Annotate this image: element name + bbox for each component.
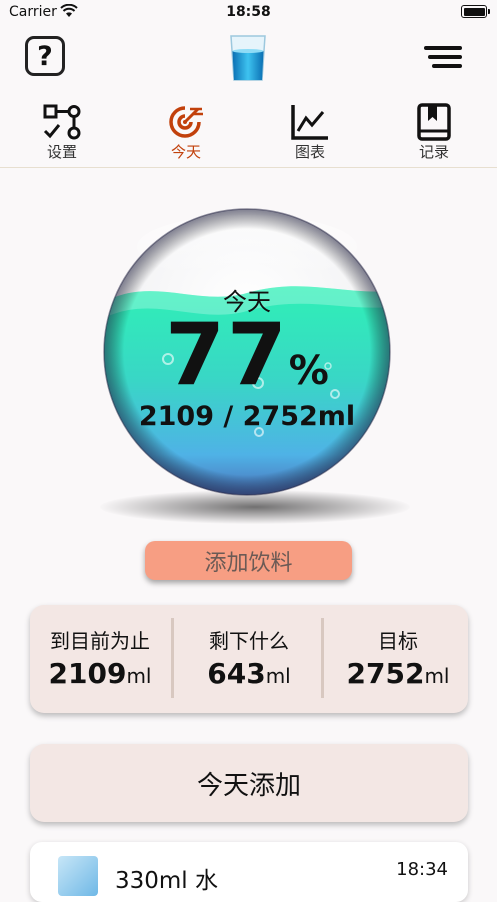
entry-name: 330ml 水 bbox=[115, 868, 219, 894]
water-cup-icon bbox=[58, 856, 98, 896]
today-target-icon bbox=[169, 106, 203, 138]
menu-button[interactable] bbox=[424, 46, 462, 68]
tab-settings[interactable]: 设置 bbox=[17, 103, 107, 165]
tab-today[interactable]: 今天 bbox=[141, 103, 231, 165]
stat-remaining-title: 剩下什么 bbox=[209, 629, 289, 653]
amount-readout: 2109 / 2752ml bbox=[138, 401, 356, 432]
percent-sign: % bbox=[288, 348, 329, 394]
question-mark-icon: ? bbox=[37, 40, 53, 72]
stat-goal-title: 目标 bbox=[378, 629, 418, 653]
tab-records-label: 记录 bbox=[418, 143, 449, 161]
stat-goal: 目标 2752ml bbox=[328, 605, 468, 713]
stats-card: 到目前为止 2109ml 剩下什么 643ml 目标 2752ml bbox=[30, 605, 468, 713]
percent-value: 77 bbox=[165, 305, 289, 405]
stat-remaining-unit: ml bbox=[265, 664, 291, 688]
stat-so-far-unit: ml bbox=[126, 664, 152, 688]
stat-so-far-title: 到目前为止 bbox=[50, 629, 150, 653]
tab-chart[interactable]: 图表 bbox=[265, 103, 355, 165]
tab-records[interactable]: 记录 bbox=[389, 103, 479, 165]
battery-icon bbox=[461, 5, 490, 18]
add-drink-button[interactable]: 添加饮料 bbox=[145, 541, 352, 580]
status-time: 18:58 bbox=[226, 4, 271, 20]
menu-icon bbox=[424, 46, 462, 50]
stat-so-far-value: 2109 bbox=[48, 657, 127, 690]
tab-chart-label: 图表 bbox=[294, 143, 325, 161]
tab-today-label: 今天 bbox=[170, 143, 201, 161]
stat-goal-value: 2752 bbox=[346, 657, 425, 690]
records-book-icon bbox=[417, 103, 451, 141]
tab-settings-label: 设置 bbox=[46, 143, 77, 161]
chart-icon bbox=[291, 105, 328, 140]
today-added-button[interactable]: 今天添加 bbox=[30, 744, 468, 822]
help-button[interactable]: ? bbox=[25, 36, 65, 76]
entry-time: 18:34 bbox=[396, 859, 448, 880]
stat-goal-unit: ml bbox=[424, 664, 450, 688]
stat-remaining-value: 643 bbox=[207, 657, 266, 690]
stat-so-far: 到目前为止 2109ml bbox=[30, 605, 170, 713]
status-bar: Carrier 18:58 bbox=[0, 0, 497, 26]
stat-divider bbox=[321, 618, 324, 698]
sphere-text: 今天 77% 2109 / 2752ml bbox=[102, 207, 392, 497]
tab-bar: 设置 今天 图表 记录 bbox=[0, 103, 497, 168]
list-item[interactable]: 330ml 水 18:34 bbox=[30, 842, 468, 902]
stat-divider bbox=[171, 618, 174, 698]
settings-flow-icon bbox=[43, 104, 81, 140]
water-glass-logo bbox=[230, 35, 266, 81]
percent-readout: 77% bbox=[102, 305, 392, 405]
stat-remaining: 剩下什么 643ml bbox=[179, 605, 319, 713]
